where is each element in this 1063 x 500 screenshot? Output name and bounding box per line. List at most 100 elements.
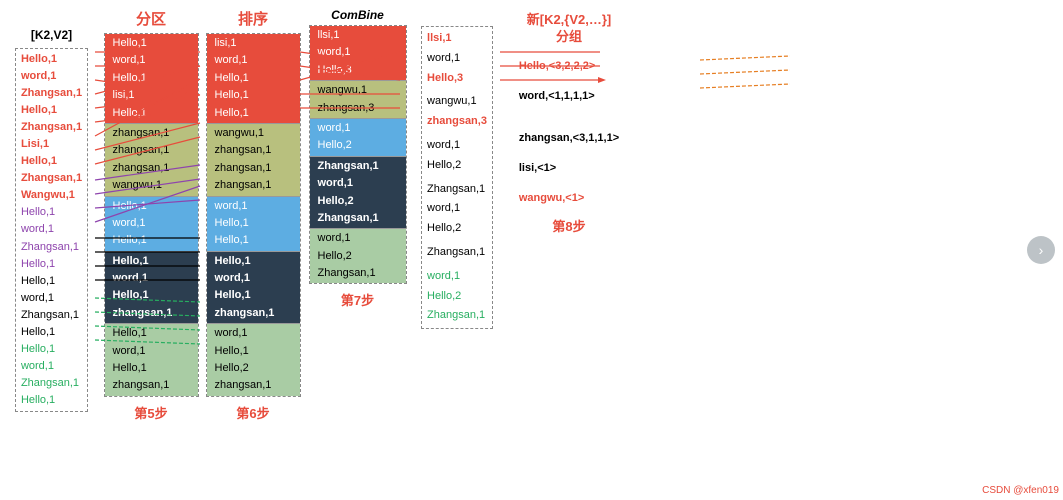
nav-arrow[interactable]: ›	[1027, 236, 1055, 264]
list-item: Hello,1	[211, 343, 296, 360]
list-item: lisi,1	[211, 35, 296, 52]
list-item: zhangsan,1	[109, 305, 194, 322]
list-item: Hello,1	[109, 287, 194, 304]
partition-olive-block: zhangsan,1 zhangsan,1 zhangsan,1 wangwu,…	[105, 123, 198, 196]
list-item: Hello,1	[109, 325, 194, 342]
list-item: Hello,1	[21, 256, 82, 273]
list-item: zhangsan,1	[211, 305, 296, 322]
combine-box: llsi,1 word,1 Hello,3 wangwu,1 zhangsan,…	[309, 25, 407, 284]
partition-section: 分区 Hello,1 word,1 Hello,1 lisi,1 Hello,1…	[101, 8, 201, 492]
list-item: word,1	[427, 199, 487, 219]
sort-red-block: lisi,1 word,1 Hello,1 Hello,1 Hello,1	[207, 34, 300, 123]
combine-blue-block: word,1 Hello,2	[310, 118, 406, 156]
list-item: word,1	[211, 325, 296, 342]
combine-right-box: llsi,1 word,1 Hello,3 wangwu,1 zhangsan,…	[421, 26, 493, 329]
step7-label: 第7步	[341, 290, 374, 309]
list-item: word,1	[211, 52, 296, 69]
list-item: Hello,2	[314, 137, 402, 154]
k2v2-title: [K2,V2]	[31, 28, 72, 42]
watermark: CSDN @xfen019	[982, 485, 1059, 496]
list-item: Lisi,1	[21, 136, 82, 153]
result-item: zhangsan,<3,1,1,1>	[519, 132, 619, 144]
list-item: Hello,1	[109, 253, 194, 270]
list-item: word,1	[211, 270, 296, 287]
k2v2-list: Hello,1 word,1 Zhangsan,1 Hello,1 Zhangs…	[15, 48, 88, 412]
list-item: Zhangsan,1	[21, 307, 82, 324]
combine-section: ComBine llsi,1 word,1 Hello,3 wangwu,1 z…	[305, 8, 410, 492]
list-item: Zhangsan,1	[21, 170, 82, 187]
list-item: Hello,2	[427, 219, 487, 239]
result-item: word,<1,1,1,1>	[519, 90, 619, 102]
list-item: Hello,1	[109, 70, 194, 87]
list-item: word,1	[109, 343, 194, 360]
list-item: Hello,2	[427, 287, 487, 307]
list-item: Hello,1	[211, 87, 296, 104]
list-item: Wangwu,1	[21, 187, 82, 204]
sort-box: lisi,1 word,1 Hello,1 Hello,1 Hello,1 wa…	[206, 33, 301, 397]
sort-dark-block: Hello,1 word,1 Hello,1 zhangsan,1	[207, 251, 300, 324]
list-item: word,1	[314, 230, 402, 247]
list-item: Hello,1	[109, 198, 194, 215]
combine-lightgreen-block: word,1 Hello,2 Zhangsan,1	[310, 228, 406, 283]
list-item: Zhangsan,1	[21, 239, 82, 256]
sort-olive-block: wangwu,1 zhangsan,1 zhangsan,1 zhangsan,…	[207, 123, 300, 196]
partition-red-block: Hello,1 word,1 Hello,1 lisi,1 Hello,1	[105, 34, 198, 123]
list-item: word,1	[109, 52, 194, 69]
list-item: Hello,2	[211, 360, 296, 377]
partition-dark-block: Hello,1 word,1 Hello,1 zhangsan,1	[105, 251, 198, 324]
list-item: Hello,3	[427, 69, 487, 89]
result-item: wangwu,<1>	[519, 192, 619, 204]
list-item: word,1	[314, 120, 402, 137]
k2v2-section: [K2,V2] Hello,1 word,1 Zhangsan,1 Hello,…	[4, 8, 99, 492]
newgroup-title: 新[K2,{V2,…}] 分组	[527, 12, 612, 46]
list-item: Hello,3	[314, 62, 402, 79]
main-container: [K2,V2] Hello,1 word,1 Zhangsan,1 Hello,…	[0, 0, 1063, 500]
list-item: Hello,2	[314, 248, 402, 265]
combine-title: ComBine	[331, 8, 384, 22]
list-item: Hello,1	[211, 105, 296, 122]
list-item: Hello,1	[21, 153, 82, 170]
list-item: Zhangsan,1	[21, 375, 82, 392]
step6-label: 第6步	[236, 403, 269, 422]
list-item: word,1	[314, 175, 402, 192]
list-item: Hello,1	[21, 51, 82, 68]
list-item: Hello,1	[21, 273, 82, 290]
list-item: Hello,1	[211, 215, 296, 232]
list-item: word,1	[427, 136, 487, 156]
list-item: Zhangsan,1	[314, 210, 402, 227]
list-item: word,1	[211, 198, 296, 215]
list-item: llsi,1	[427, 29, 487, 49]
list-item: Hello,1	[211, 287, 296, 304]
list-item: Hello,2	[427, 156, 487, 176]
sort-section: 排序 lisi,1 word,1 Hello,1 Hello,1 Hello,1…	[203, 8, 303, 492]
list-item: word,1	[427, 267, 487, 287]
list-item: Zhangsan,1	[427, 243, 487, 263]
list-item: word,1	[314, 44, 402, 61]
list-item: wangwu,1	[427, 92, 487, 112]
list-item: Hello,1	[211, 253, 296, 270]
list-item: wangwu,1	[211, 125, 296, 142]
list-item: zhangsan,1	[211, 142, 296, 159]
list-item: Hello,1	[109, 105, 194, 122]
list-item: Zhangsan,1	[427, 306, 487, 326]
list-item: word,1	[21, 68, 82, 85]
combine-red-block: llsi,1 word,1 Hello,3	[310, 26, 406, 80]
list-item: zhangsan,1	[109, 142, 194, 159]
list-item: Hello,1	[21, 341, 82, 358]
list-item: Hello,1	[211, 232, 296, 249]
results-section: 新[K2,{V2,…}] 分组 Hello,<3,2,2,2> word,<1,…	[504, 8, 634, 492]
partition-title: 分区	[136, 8, 166, 29]
list-item: word,1	[109, 215, 194, 232]
list-item: zhangsan,1	[109, 377, 194, 394]
results-list: Hello,<3,2,2,2> word,<1,1,1,1> zhangsan,…	[514, 56, 624, 208]
list-item: word,1	[21, 290, 82, 307]
list-item: wangwu,1	[314, 82, 402, 99]
sort-lightgreen-block: word,1 Hello,1 Hello,2 zhangsan,1	[207, 323, 300, 396]
combine-olive-block: wangwu,1 zhangsan,3	[310, 80, 406, 118]
list-item: zhangsan,3	[314, 100, 402, 117]
list-item: word,1	[21, 358, 82, 375]
partition-lightgreen-block: Hello,1 word,1 Hello,1 zhangsan,1	[105, 323, 198, 396]
sort-blue-block: word,1 Hello,1 Hello,1	[207, 196, 300, 251]
partition-box: Hello,1 word,1 Hello,1 lisi,1 Hello,1 zh…	[104, 33, 199, 397]
list-item: zhangsan,1	[211, 160, 296, 177]
